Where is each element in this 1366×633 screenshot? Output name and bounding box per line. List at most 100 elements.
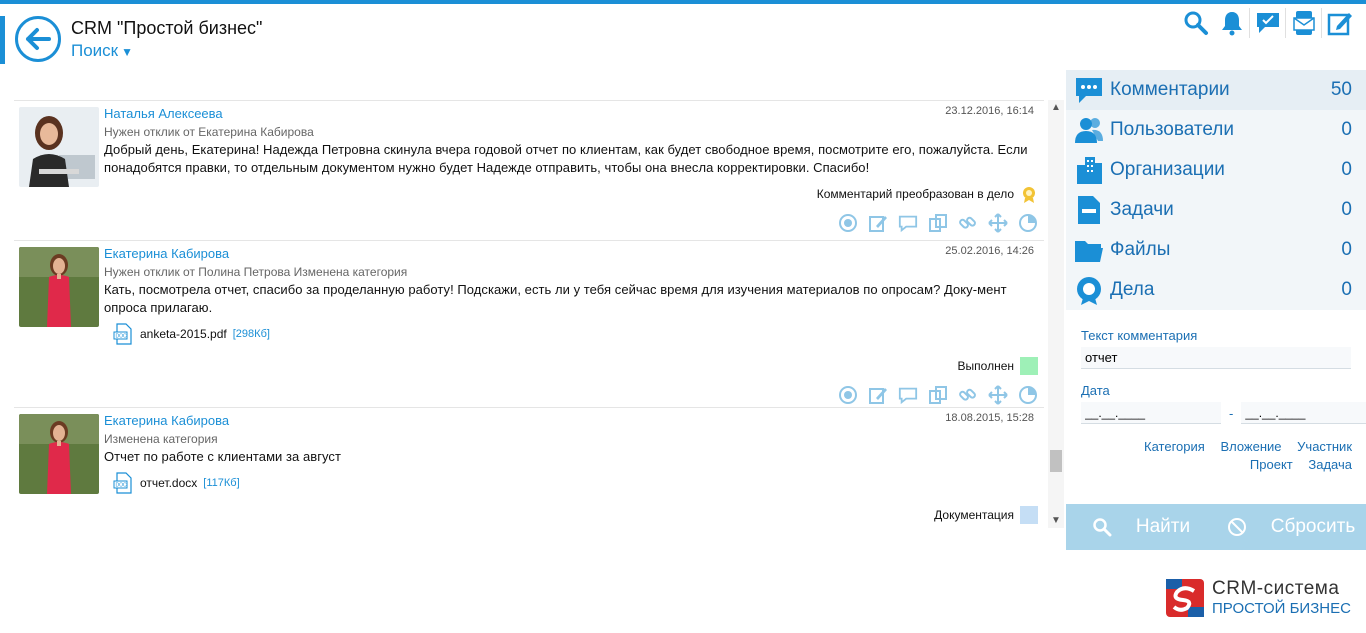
filter-link-task[interactable]: Задача	[1308, 457, 1352, 472]
post-date: 25.02.2016, 14:26	[945, 245, 1034, 257]
edit-icon	[869, 388, 887, 404]
attachment-name[interactable]: anketa-2015.pdf	[140, 327, 227, 341]
scroll-down-icon[interactable]: ▼	[1051, 515, 1061, 526]
toolbar-search-button[interactable]	[1178, 8, 1214, 38]
copy-button[interactable]	[928, 385, 948, 405]
move-icon	[988, 385, 1008, 405]
post-text: Отчет по работе с клиентами за август	[104, 449, 341, 464]
find-label: Найти	[1135, 516, 1191, 537]
brand-logo: CRM-система ПРОСТОЙ БИЗНЕС	[1166, 578, 1351, 617]
category-comments[interactable]: Комментарии 50	[1066, 70, 1366, 110]
link-button[interactable]	[958, 213, 978, 233]
category-users[interactable]: Пользователи 0	[1066, 110, 1366, 150]
attachment-name[interactable]: отчет.docx	[140, 476, 197, 490]
move-button[interactable]	[988, 385, 1008, 405]
filter-link-participant[interactable]: Участник	[1297, 439, 1352, 454]
reply-button[interactable]	[898, 213, 918, 233]
toolbar-messages-button[interactable]	[1250, 8, 1286, 38]
svg-text:DOC: DOC	[116, 483, 128, 489]
reply-button[interactable]	[898, 385, 918, 405]
copy-icon	[929, 214, 947, 232]
author-name[interactable]: Наталья Алексеева	[104, 105, 1038, 123]
scroll-thumb[interactable]	[1050, 450, 1062, 472]
copy-button[interactable]	[928, 213, 948, 233]
envelope-phone-icon	[1292, 11, 1315, 35]
document-icon: DOC	[113, 323, 132, 345]
toolbar-compose-button[interactable]	[1322, 8, 1358, 38]
toolbar-notifications-button[interactable]	[1214, 8, 1250, 38]
date-separator: -	[1229, 405, 1234, 421]
category-tasks[interactable]: Задачи 0	[1066, 190, 1366, 230]
filter-buttons: Найти Сбросить	[1066, 504, 1366, 550]
category-label: Дела	[1110, 279, 1155, 300]
category-organizations[interactable]: Организации 0	[1066, 150, 1366, 190]
author-name[interactable]: Екатерина Кабирова	[104, 412, 1038, 430]
avatar[interactable]	[19, 247, 99, 327]
filter-links: Категория Вложение Участник Проект Задач…	[1081, 438, 1366, 474]
tasks-icon	[1074, 195, 1104, 225]
edit-post-button[interactable]	[868, 213, 888, 233]
chat-icon	[898, 387, 918, 405]
badge-action-icon	[839, 214, 857, 232]
category-count: 0	[1341, 159, 1352, 180]
status-label: Документация	[934, 508, 1014, 522]
stats-button[interactable]	[1018, 213, 1038, 233]
attachment[interactable]: DOC anketa-2015.pdf [298Кб]	[112, 323, 1038, 345]
scroll-up-icon[interactable]: ▲	[1051, 102, 1061, 113]
reset-label: Сбросить	[1270, 516, 1356, 537]
date-to-input[interactable]	[1241, 402, 1366, 424]
comment-text-input[interactable]	[1081, 347, 1351, 369]
pie-chart-icon	[1019, 386, 1037, 404]
avatar[interactable]	[19, 107, 99, 187]
attachment-size: [117Кб]	[203, 477, 240, 489]
convert-to-deal-button[interactable]	[838, 213, 858, 233]
chat-icon	[1256, 13, 1279, 33]
search-dropdown[interactable]: Поиск ▼	[71, 41, 133, 61]
status-label: Комментарий преобразован в дело	[816, 187, 1014, 201]
attachment[interactable]: DOC отчет.docx [117Кб]	[112, 472, 1038, 494]
status-row: Документация	[104, 506, 1038, 524]
status-color-swatch	[1020, 506, 1038, 524]
pro-logo-icon	[1166, 578, 1204, 617]
post-date: 23.12.2016, 16:14	[945, 105, 1034, 117]
comment-post: Екатерина Кабирова 18.08.2015, 15:28 Изм…	[14, 408, 1044, 528]
edit-post-button[interactable]	[868, 385, 888, 405]
post-text: Добрый день, Екатерина! Надежда Петровна…	[104, 142, 1028, 175]
avatar[interactable]	[19, 414, 99, 494]
comment-post: Екатерина Кабирова 25.02.2016, 14:26 Нуж…	[14, 241, 1044, 408]
move-button[interactable]	[988, 213, 1008, 233]
date-from-input[interactable]	[1081, 402, 1221, 424]
post-subline: Нужен отклик от Екатерина Кабирова	[104, 125, 314, 139]
reset-button[interactable]: Сбросить	[1216, 504, 1366, 550]
users-icon	[1074, 115, 1104, 145]
filter-link-attachment[interactable]: Вложение	[1220, 439, 1281, 454]
category-deals[interactable]: Дела 0	[1066, 270, 1366, 310]
filter-form: Текст комментария Дата - Категория Вложе…	[1066, 310, 1366, 505]
category-files[interactable]: Файлы 0	[1066, 230, 1366, 270]
badge-action-icon	[839, 386, 857, 404]
stats-button[interactable]	[1018, 385, 1038, 405]
app-title: CRM "Простой бизнес"	[71, 18, 263, 38]
search-dropdown-label: Поиск	[71, 41, 119, 60]
filter-link-category[interactable]: Категория	[1144, 439, 1205, 454]
toolbar	[1178, 8, 1358, 38]
status-row: Выполнен	[104, 357, 1038, 375]
svg-text:DOC: DOC	[116, 334, 128, 340]
author-name[interactable]: Екатерина Кабирова	[104, 245, 1038, 263]
comments-icon	[1074, 75, 1104, 105]
caret-down-icon: ▼	[121, 45, 133, 59]
prohibited-icon	[1227, 518, 1246, 536]
find-button[interactable]: Найти	[1066, 504, 1216, 550]
chat-icon	[898, 215, 918, 233]
toolbar-mail-button[interactable]	[1286, 8, 1322, 38]
feed-scrollbar[interactable]: ▲ ▼	[1048, 100, 1064, 528]
link-button[interactable]	[958, 385, 978, 405]
date-label: Дата	[1081, 383, 1110, 398]
convert-to-deal-button[interactable]	[838, 385, 858, 405]
category-count: 0	[1341, 119, 1352, 140]
back-button[interactable]	[15, 16, 61, 62]
header-accent-bar	[0, 16, 5, 64]
post-subline: Изменена категория	[104, 432, 218, 446]
filter-link-project[interactable]: Проект	[1250, 457, 1293, 472]
category-count: 0	[1341, 199, 1352, 220]
